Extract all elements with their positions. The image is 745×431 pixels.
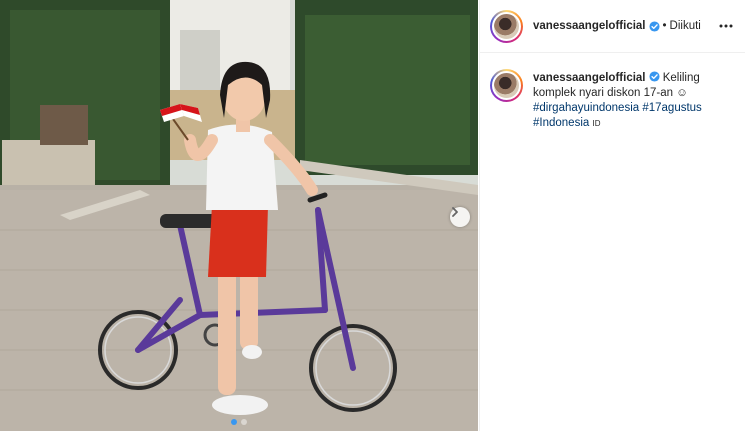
carousel-dot-active	[231, 419, 237, 425]
photo-illustration	[0, 0, 478, 431]
hashtag-link[interactable]: #Indonesia	[533, 117, 589, 129]
post-header: vanessaangelofficial • Diikuti	[480, 0, 745, 53]
chevron-right-icon	[452, 207, 458, 217]
post-side-panel: vanessaangelofficial • Diikuti vanessaan…	[479, 0, 745, 431]
more-options-icon	[719, 24, 733, 28]
more-options-button[interactable]	[717, 17, 735, 35]
flag-emoji: ID	[592, 119, 601, 128]
follow-status-button[interactable]: Diikuti	[670, 20, 701, 32]
carousel-dot	[241, 419, 247, 425]
hashtag-link[interactable]: #dirgahayuindonesia	[533, 102, 639, 114]
caption-username-link[interactable]: vanessaangelofficial	[533, 72, 646, 84]
post-photo[interactable]	[0, 0, 478, 431]
verified-badge-icon	[648, 71, 660, 82]
carousel-indicator	[0, 419, 478, 425]
verified-badge-icon	[648, 20, 660, 32]
hashtag-link[interactable]: #17agustus	[642, 102, 701, 114]
next-slide-button[interactable]	[450, 207, 470, 227]
username-link[interactable]: vanessaangelofficial	[533, 20, 646, 32]
caption-row: vanessaangelofficial Keliling komplek ny…	[480, 53, 745, 131]
caption: vanessaangelofficial Keliling komplek ny…	[533, 69, 733, 131]
avatar[interactable]	[490, 9, 523, 43]
caption-avatar[interactable]	[490, 69, 523, 102]
separator-dot: •	[662, 20, 667, 32]
